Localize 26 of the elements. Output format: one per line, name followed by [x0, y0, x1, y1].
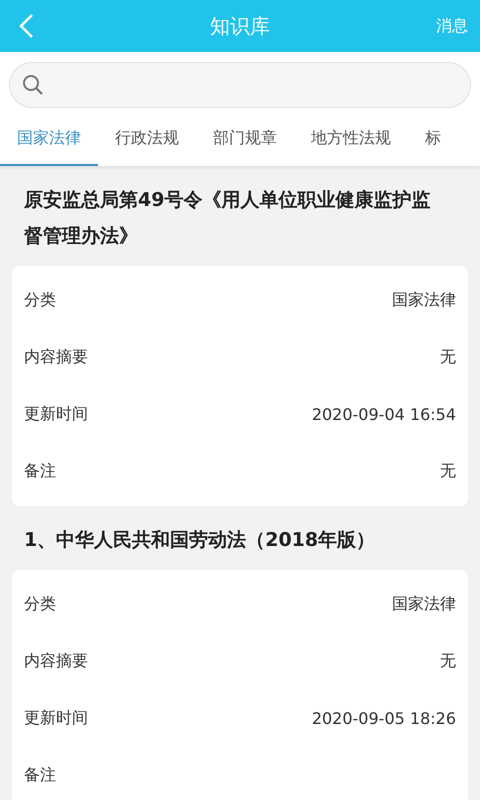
field-label: 更新时间 [24, 404, 88, 425]
field-value: 无 [440, 461, 456, 482]
document-title: 原安监总局第49号令《用人单位职业健康监护监督管理办法》 [22, 188, 432, 249]
field-value: 国家法律 [392, 290, 456, 311]
field-label: 更新时间 [24, 708, 88, 729]
page-title: 知识库 [210, 12, 270, 40]
field-label: 分类 [24, 290, 56, 311]
field-value: 2020-09-04 16:54 [312, 405, 456, 424]
document-title: 1、中华人民共和国劳动法（2018年版） [23, 528, 376, 553]
field-value: 无 [440, 651, 456, 672]
field-label: 备注 [24, 461, 56, 482]
category-tab[interactable]: 部门规章 [196, 113, 294, 166]
field-value: 无 [440, 347, 456, 368]
field-label: 分类 [24, 594, 56, 615]
category-tab[interactable]: 行政法规 [98, 113, 196, 166]
category-tab[interactable]: 地方性法规 [294, 113, 408, 166]
category-tab[interactable]: 国家法律 [0, 113, 98, 166]
field-label: 内容摘要 [24, 347, 88, 368]
field-value: 2020-09-05 18:26 [312, 709, 456, 728]
search-field[interactable] [9, 62, 471, 108]
field-label: 备注 [24, 765, 56, 786]
back-icon[interactable] [18, 13, 34, 39]
search-icon [22, 74, 44, 96]
category-tab[interactable]: 标 [408, 113, 458, 166]
field-label: 内容摘要 [24, 651, 88, 672]
field-value: 国家法律 [392, 594, 456, 615]
